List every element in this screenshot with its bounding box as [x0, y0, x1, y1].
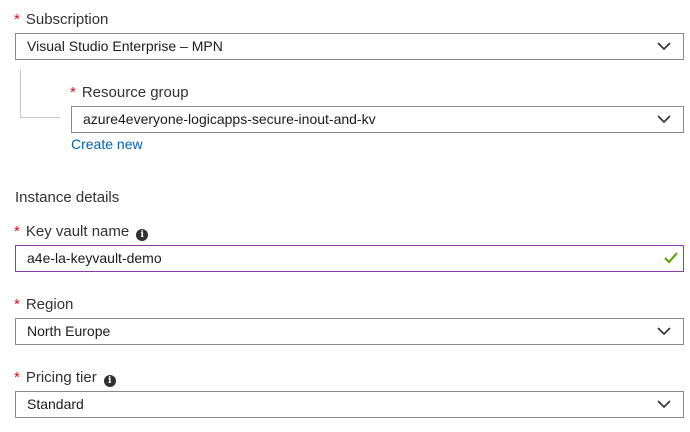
- pricing-tier-label-text: Pricing tier: [25, 369, 97, 386]
- chevron-down-icon: [657, 327, 671, 336]
- info-icon[interactable]: i: [103, 375, 116, 387]
- checkmark-icon: [664, 252, 678, 264]
- tree-connector: [20, 70, 60, 118]
- subscription-value: Visual Studio Enterprise – MPN: [27, 38, 223, 54]
- create-new-link[interactable]: Create new: [71, 136, 143, 152]
- instance-details-heading: Instance details: [15, 189, 120, 206]
- key-vault-name-value: a4e-la-keyvault-demo: [27, 250, 162, 266]
- resource-group-dropdown[interactable]: azure4everyone-logicapps-secure-inout-an…: [71, 106, 684, 133]
- chevron-down-icon: [657, 42, 671, 51]
- subscription-label-text: Subscription: [25, 11, 109, 28]
- key-vault-name-label: * Key vault name i: [14, 223, 149, 241]
- region-label: * Region: [14, 296, 73, 314]
- region-label-text: Region: [25, 296, 74, 313]
- subscription-label: * Subscription: [14, 11, 108, 29]
- required-marker: *: [14, 11, 20, 28]
- region-dropdown[interactable]: North Europe: [15, 318, 684, 345]
- subscription-dropdown[interactable]: Visual Studio Enterprise – MPN: [15, 33, 684, 60]
- chevron-down-icon: [657, 115, 671, 124]
- pricing-tier-label: * Pricing tier i: [14, 369, 116, 387]
- pricing-tier-value: Standard: [27, 396, 84, 412]
- required-marker: *: [14, 223, 20, 240]
- resource-group-value: azure4everyone-logicapps-secure-inout-an…: [83, 111, 376, 127]
- required-marker: *: [14, 296, 20, 313]
- key-vault-name-label-text: Key vault name: [25, 223, 130, 240]
- region-value: North Europe: [27, 323, 111, 339]
- resource-group-label-text: Resource group: [81, 84, 189, 101]
- required-marker: *: [70, 84, 76, 101]
- resource-group-label: * Resource group: [70, 84, 189, 102]
- chevron-down-icon: [657, 400, 671, 409]
- info-icon[interactable]: i: [136, 229, 149, 241]
- pricing-tier-dropdown[interactable]: Standard: [15, 391, 684, 418]
- required-marker: *: [14, 369, 20, 386]
- key-vault-name-input[interactable]: a4e-la-keyvault-demo: [15, 245, 684, 272]
